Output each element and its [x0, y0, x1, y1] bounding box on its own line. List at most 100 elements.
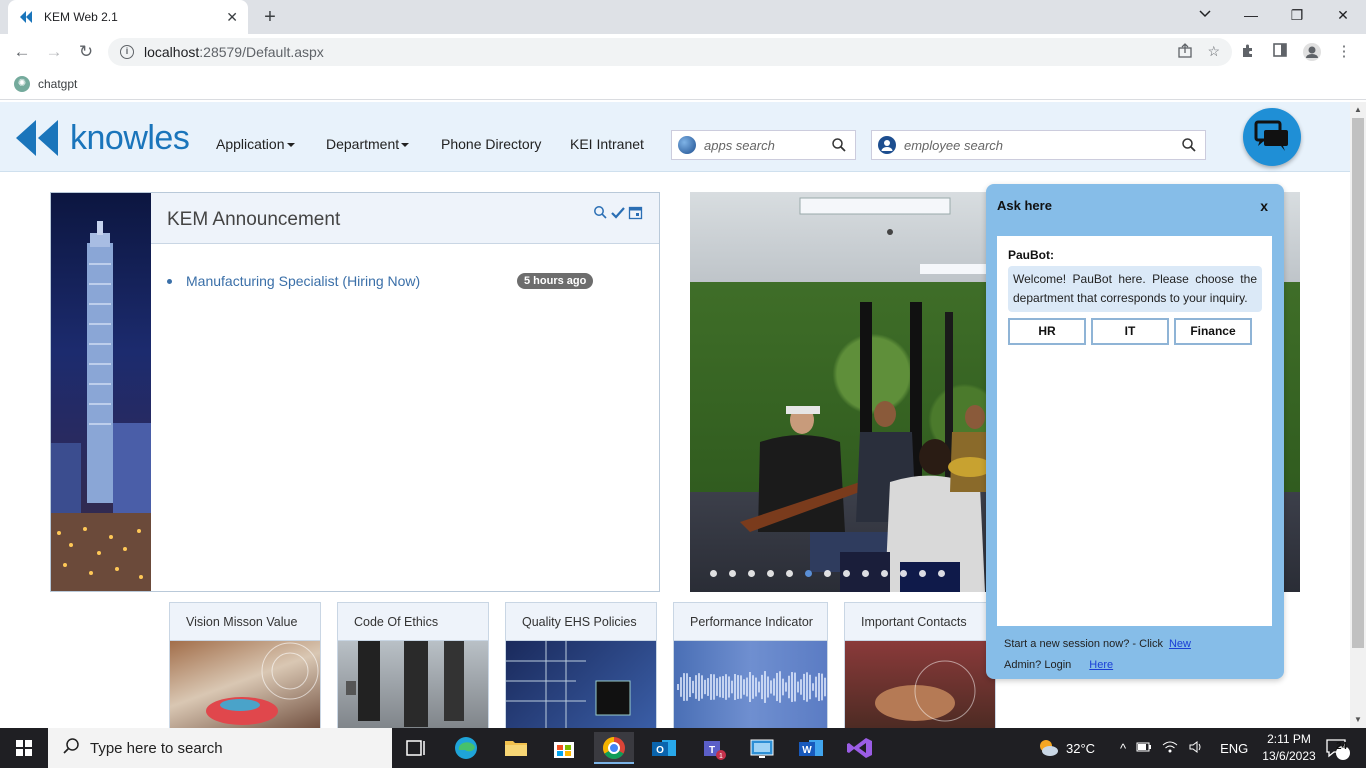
side-panel-icon[interactable]	[1270, 42, 1290, 62]
task-view-icon[interactable]	[396, 732, 436, 764]
taskbar-search-placeholder: Type here to search	[90, 739, 223, 757]
bookmark-chatgpt[interactable]: ✺ chatgpt	[14, 76, 77, 92]
card-performance-indicator[interactable]: Performance Indicator	[673, 602, 828, 728]
search-icon[interactable]	[831, 137, 847, 156]
admin-login-link[interactable]: Here	[1089, 659, 1113, 671]
knowles-logo-mark-icon	[14, 118, 60, 158]
site-info-icon[interactable]: i	[120, 45, 134, 59]
close-window-button[interactable]: ✕	[1320, 0, 1366, 34]
battery-icon[interactable]	[1136, 741, 1152, 756]
card-title: Performance Indicator	[674, 603, 827, 641]
share-icon[interactable]	[1177, 43, 1193, 62]
new-tab-button[interactable]: +	[258, 5, 282, 29]
file-explorer-icon[interactable]	[496, 732, 536, 764]
admin-login-row: Admin? Login Here	[1004, 659, 1113, 671]
nav-department[interactable]: Department	[326, 136, 410, 152]
teams-icon[interactable]: T1	[694, 732, 734, 764]
carousel-dot[interactable]	[767, 570, 774, 577]
carousel-dot[interactable]	[881, 570, 888, 577]
nav-kei-intranet[interactable]: KEI Intranet	[570, 136, 644, 152]
notification-center-button[interactable]: 24	[1324, 728, 1350, 768]
announcement-item[interactable]: Manufacturing Specialist (Hiring Now)	[167, 273, 420, 289]
chatbot-title: Ask here	[997, 198, 1052, 213]
profile-avatar-icon[interactable]	[1302, 42, 1322, 62]
card-image-hands	[845, 641, 995, 728]
minimize-button[interactable]: —	[1228, 0, 1274, 34]
visual-studio-icon[interactable]	[840, 732, 880, 764]
new-session-link[interactable]: New	[1169, 638, 1191, 650]
back-arrow-icon[interactable]: ←	[10, 40, 34, 64]
address-bar[interactable]: i localhost:28579/Default.aspx ☆	[108, 38, 1232, 66]
announcement-title: KEM Announcement	[167, 209, 341, 230]
apps-search-input[interactable]: apps search	[671, 130, 856, 160]
restore-button[interactable]: ❐	[1274, 0, 1320, 34]
taskbar-clock[interactable]: 2:11 PM 13/6/2023	[1258, 731, 1320, 765]
knowles-logo[interactable]: knowles	[14, 118, 190, 158]
extensions-icon[interactable]	[1238, 42, 1258, 62]
search-icon[interactable]	[593, 205, 608, 225]
carousel-dot[interactable]	[805, 570, 812, 577]
nav-phone-directory[interactable]: Phone Directory	[441, 136, 541, 152]
tab-title: KEM Web 2.1	[44, 10, 118, 24]
wifi-icon[interactable]	[1162, 740, 1178, 757]
carousel-dot[interactable]	[748, 570, 755, 577]
carousel-indicators[interactable]	[710, 570, 945, 577]
bookmarks-bar: ✺ chatgpt	[0, 70, 1366, 100]
city-skyline-image	[51, 193, 151, 591]
chevron-up-icon[interactable]: ^	[1120, 741, 1126, 756]
scroll-down-icon[interactable]: ▼	[1350, 712, 1366, 728]
tab-search-icon[interactable]	[1182, 0, 1228, 34]
chat-toggle-button[interactable]	[1243, 108, 1301, 166]
browser-menu-icon[interactable]: ⋮	[1334, 42, 1354, 62]
outlook-icon[interactable]: O	[644, 732, 684, 764]
weather-widget[interactable]: 32°C	[1036, 728, 1095, 768]
carousel-dot[interactable]	[824, 570, 831, 577]
remote-desktop-icon[interactable]	[742, 732, 782, 764]
scroll-thumb[interactable]	[1352, 118, 1364, 648]
tab-close-icon[interactable]: ✕	[226, 9, 238, 26]
volume-icon[interactable]	[1188, 740, 1204, 757]
browser-tab[interactable]: KEM Web 2.1 ✕	[8, 0, 248, 34]
calendar-icon[interactable]	[628, 205, 643, 225]
carousel-dot[interactable]	[710, 570, 717, 577]
windows-start-button[interactable]	[0, 728, 48, 768]
carousel-dot[interactable]	[900, 570, 907, 577]
forward-arrow-icon[interactable]: →	[42, 40, 66, 64]
card-important-contacts[interactable]: Important Contacts	[844, 602, 996, 728]
option-it-button[interactable]: IT	[1091, 318, 1169, 345]
carousel-dot[interactable]	[919, 570, 926, 577]
option-finance-button[interactable]: Finance	[1174, 318, 1252, 345]
announcement-panel: KEM Announcement Manufacturing Specialis…	[50, 192, 660, 592]
chatbot-close-button[interactable]: x	[1260, 198, 1268, 214]
card-vision-mission-value[interactable]: Vision Misson Value	[169, 602, 321, 728]
carousel-dot[interactable]	[729, 570, 736, 577]
carousel-dot[interactable]	[843, 570, 850, 577]
scroll-up-icon[interactable]: ▲	[1350, 102, 1366, 118]
nav-application[interactable]: Application	[216, 136, 295, 152]
carousel-dot[interactable]	[862, 570, 869, 577]
microsoft-store-icon[interactable]	[544, 732, 584, 764]
card-code-of-ethics[interactable]: Code Of Ethics	[337, 602, 489, 728]
carousel-dot[interactable]	[938, 570, 945, 577]
page-scrollbar[interactable]: ▲ ▼	[1350, 102, 1366, 728]
weather-temperature: 32°C	[1066, 740, 1096, 756]
taskbar-search-input[interactable]: Type here to search	[48, 728, 392, 768]
checkmark-icon[interactable]	[610, 205, 626, 225]
card-title: Quality EHS Policies	[506, 603, 656, 641]
card-image-businesspeople	[338, 641, 488, 728]
edge-browser-icon[interactable]	[446, 732, 486, 764]
announcement-item-link[interactable]: Manufacturing Specialist (Hiring Now)	[186, 273, 420, 289]
card-quality-ehs-policies[interactable]: Quality EHS Policies	[505, 602, 657, 728]
card-title: Important Contacts	[845, 603, 995, 641]
employee-search-input[interactable]: employee search	[871, 130, 1206, 160]
chrome-browser-icon[interactable]	[594, 732, 634, 764]
word-icon[interactable]: W	[791, 732, 831, 764]
bullet	[167, 278, 172, 284]
carousel-dot[interactable]	[786, 570, 793, 577]
bookmark-star-icon[interactable]: ☆	[1207, 43, 1220, 62]
option-hr-button[interactable]: HR	[1008, 318, 1086, 345]
search-icon[interactable]	[1181, 137, 1197, 156]
reload-icon[interactable]: ↻	[74, 40, 98, 64]
language-indicator[interactable]: ENG	[1220, 741, 1248, 756]
card-image-shoes	[170, 641, 320, 728]
